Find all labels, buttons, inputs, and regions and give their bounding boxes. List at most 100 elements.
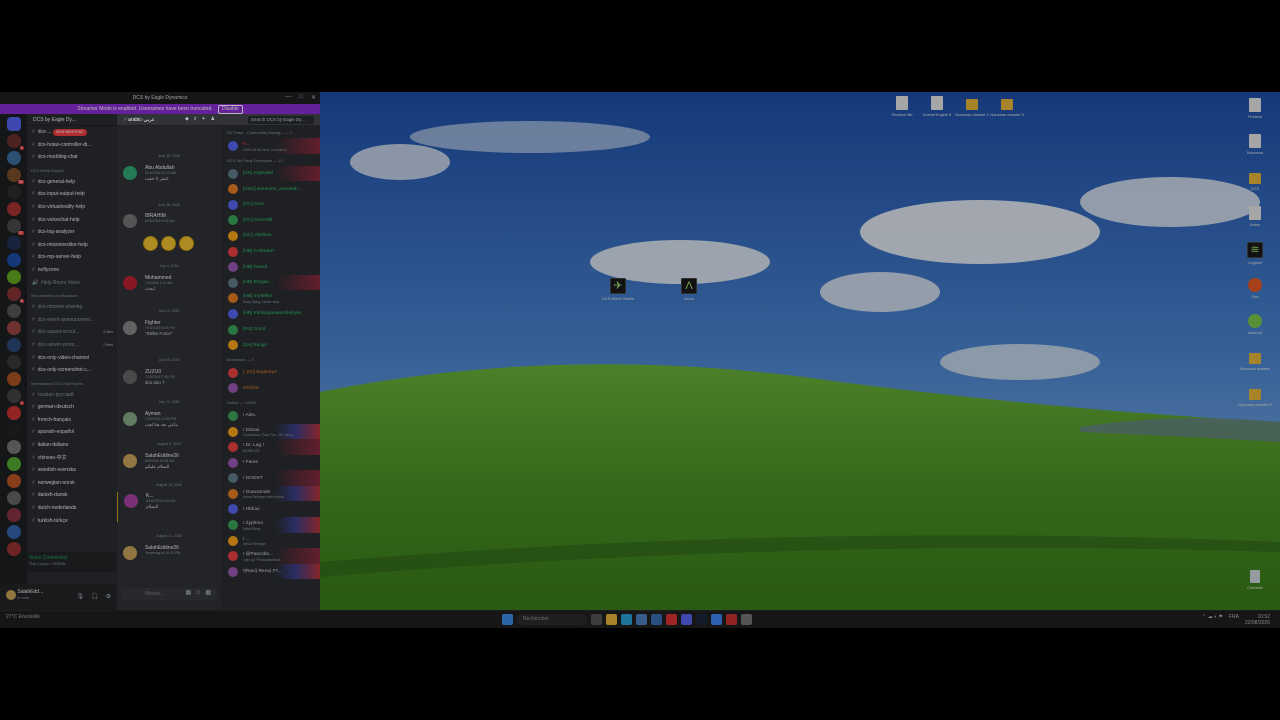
disable-streamer-button[interactable]: Disable bbox=[218, 105, 243, 114]
avatar[interactable] bbox=[123, 166, 137, 180]
server-icon[interactable] bbox=[6, 151, 21, 165]
category-international[interactable]: International DCS Chat Rooms bbox=[27, 380, 117, 389]
member-item[interactable]: [GC] Greenfill bbox=[221, 212, 320, 228]
new-mentions-pill[interactable]: NEW MENTIONS bbox=[53, 129, 87, 136]
server-icon[interactable]: 6 bbox=[6, 287, 24, 303]
channel-item[interactable]: # dcs-virtualreality-help bbox=[27, 201, 117, 214]
server-icon[interactable]: 1 bbox=[6, 389, 24, 405]
member-item[interactable]: ! GHOST bbox=[221, 470, 320, 486]
edge-icon[interactable] bbox=[621, 614, 632, 625]
server-icon[interactable] bbox=[6, 440, 21, 454]
maximize-button[interactable]: □ bbox=[299, 94, 303, 101]
server-icon[interactable] bbox=[6, 202, 21, 216]
discord-icon[interactable] bbox=[681, 614, 692, 625]
avatar[interactable] bbox=[124, 494, 138, 508]
weather-widget[interactable]: 27°C Ensoleillé bbox=[6, 614, 40, 620]
channel-item[interactable]: # dcs-mission-sharing bbox=[27, 301, 117, 314]
channel-item[interactable]: # dcs-input-output-help bbox=[27, 188, 117, 201]
category-info[interactable]: Info channels on discussion bbox=[27, 292, 117, 301]
minimize-button[interactable]: — bbox=[285, 94, 291, 101]
member-item[interactable]: !(Ravi) Reza) F'r... bbox=[221, 563, 320, 580]
member-item[interactable]: Killshot bbox=[221, 380, 320, 396]
channel-item[interactable]: # french-français bbox=[27, 414, 117, 427]
server-icon[interactable] bbox=[6, 474, 21, 488]
member-item[interactable]: [GC] Aero bbox=[221, 197, 320, 213]
avatar[interactable] bbox=[6, 590, 16, 600]
avatar[interactable] bbox=[123, 546, 137, 560]
member-item[interactable]: [SA] Bungo bbox=[221, 337, 320, 353]
channel-item[interactable]: # dcs-general-help bbox=[27, 176, 117, 189]
member-item[interactable]: [HB] Klinkdujavatomilelojoe bbox=[221, 306, 320, 322]
server-icon[interactable] bbox=[6, 321, 21, 335]
member-item[interactable]: ! Hfdoui bbox=[221, 501, 320, 517]
channel-item[interactable]: # danish-dansk bbox=[27, 489, 117, 502]
taskbar-search[interactable]: Rechercher bbox=[517, 614, 587, 625]
member-item[interactable]: [ASC] someone_someeth... bbox=[221, 181, 320, 197]
store-icon[interactable] bbox=[636, 614, 647, 625]
user-name[interactable]: SalahEdd... In voice bbox=[17, 589, 43, 601]
server-icon[interactable] bbox=[6, 236, 21, 250]
server-icon[interactable] bbox=[6, 185, 21, 199]
channel-item[interactable]: # dcs-missioneditor-help bbox=[27, 239, 117, 252]
channel-item[interactable]: # dcs-... NEW MENTIONS bbox=[27, 126, 117, 139]
search-input[interactable]: Search DCS by Eagle Dy... bbox=[248, 116, 314, 124]
member-item[interactable]: [HB] IronMike Keep flying, Never stop bbox=[221, 290, 320, 306]
close-button[interactable]: ✕ bbox=[311, 94, 316, 101]
member-item[interactable]: ! ... Arma Reforger bbox=[221, 533, 320, 549]
server-icon[interactable] bbox=[6, 253, 21, 267]
voice-channel[interactable]: The-Crypto / DRIMA... bbox=[29, 561, 117, 566]
desktop-icon-right-7[interactable]: Android bbox=[1234, 314, 1276, 335]
avatar[interactable] bbox=[123, 321, 137, 335]
member-item[interactable]: ! Fares bbox=[221, 455, 320, 471]
server-icon[interactable]: 1 bbox=[6, 134, 24, 150]
channel-item[interactable]: # norwegian-norsk bbox=[27, 477, 117, 490]
composer-tools-icons[interactable]: ▦☺▩ bbox=[186, 589, 215, 596]
server-icon[interactable] bbox=[6, 372, 21, 386]
avatar[interactable] bbox=[123, 412, 137, 426]
channel-item[interactable]: # dcs-log-analyzer bbox=[27, 226, 117, 239]
server-icon[interactable] bbox=[6, 355, 21, 369]
member-item[interactable]: [HB] DavidI bbox=[221, 259, 320, 275]
member-item[interactable]: ! Dr. Lag ! MOBILICE bbox=[221, 439, 320, 455]
server-icon[interactable] bbox=[6, 406, 21, 420]
member-item[interactable]: ! @Pascobo... I get up "Pleasantwilson... bbox=[221, 548, 320, 564]
desktop-icon-folder-2[interactable]: Nouveau dossier 3 bbox=[986, 96, 1028, 117]
server-icon[interactable]: 33 bbox=[6, 168, 24, 184]
mic-icon[interactable]: 🎙 bbox=[77, 593, 85, 600]
settings-icon[interactable] bbox=[741, 614, 752, 625]
server-icon[interactable] bbox=[6, 525, 21, 539]
member-item[interactable]: [HB] Cobra847 bbox=[221, 244, 320, 260]
server-icon[interactable] bbox=[6, 304, 21, 318]
member-item[interactable]: [RS] Grind bbox=[221, 322, 320, 338]
desktop-icon-right-9[interactable]: Nouveau dossier 5 bbox=[1234, 386, 1276, 407]
channel-item[interactable]: # dcs-modding-chat bbox=[27, 151, 117, 164]
avatar[interactable] bbox=[123, 214, 137, 228]
member-item[interactable]: [..ED] EagleEye bbox=[221, 365, 320, 381]
server-name[interactable]: DCS by Eagle Dy... bbox=[27, 114, 117, 126]
server-icon[interactable] bbox=[6, 457, 21, 471]
member-item[interactable]: ! Alex. bbox=[221, 408, 320, 424]
channel-item[interactable]: # dcs-voicechat-help bbox=[27, 214, 117, 227]
channel-item[interactable]: # german-deutsch bbox=[27, 401, 117, 414]
channel-item[interactable]: # italian-italiano bbox=[27, 439, 117, 452]
member-item[interactable]: [GC] JNelson bbox=[221, 228, 320, 244]
desktop-icon-right-4[interactable]: Notes bbox=[1234, 206, 1276, 227]
desktop-icon-right-6[interactable]: Osu bbox=[1234, 278, 1276, 299]
desktop-icon-recycle-bin[interactable]: Corbeille bbox=[1234, 570, 1276, 590]
start-icon[interactable] bbox=[502, 614, 513, 625]
channel-item[interactable]: # dutch-nederlands bbox=[27, 502, 117, 515]
desktop-icon-right-8[interactable]: Nouveau dossier bbox=[1234, 350, 1276, 371]
app-icon[interactable] bbox=[726, 614, 737, 625]
channel-item[interactable]: # dcs-server-prom... 2 New bbox=[27, 339, 117, 352]
member-item[interactable]: [HB] Brogan... bbox=[221, 274, 320, 291]
header-toolbar-icons[interactable]: ◆♯✦♟ bbox=[185, 116, 220, 122]
desktop-icon-arma[interactable]: Λ Arma bbox=[668, 278, 710, 301]
server-icon[interactable] bbox=[6, 542, 21, 556]
avatar[interactable] bbox=[123, 454, 137, 468]
desktop-icon-right-2[interactable]: Nouveau bbox=[1234, 134, 1276, 155]
voice-channel-item[interactable]: 🔊 Help Room Voice bbox=[27, 277, 117, 290]
home-button[interactable] bbox=[6, 117, 21, 131]
server-icon[interactable]: 37 bbox=[6, 219, 24, 235]
channel-item[interactable]: # dcs-event-announceme... bbox=[27, 314, 117, 327]
channel-item[interactable]: # dcs-hotas-controller-di... bbox=[27, 139, 117, 152]
